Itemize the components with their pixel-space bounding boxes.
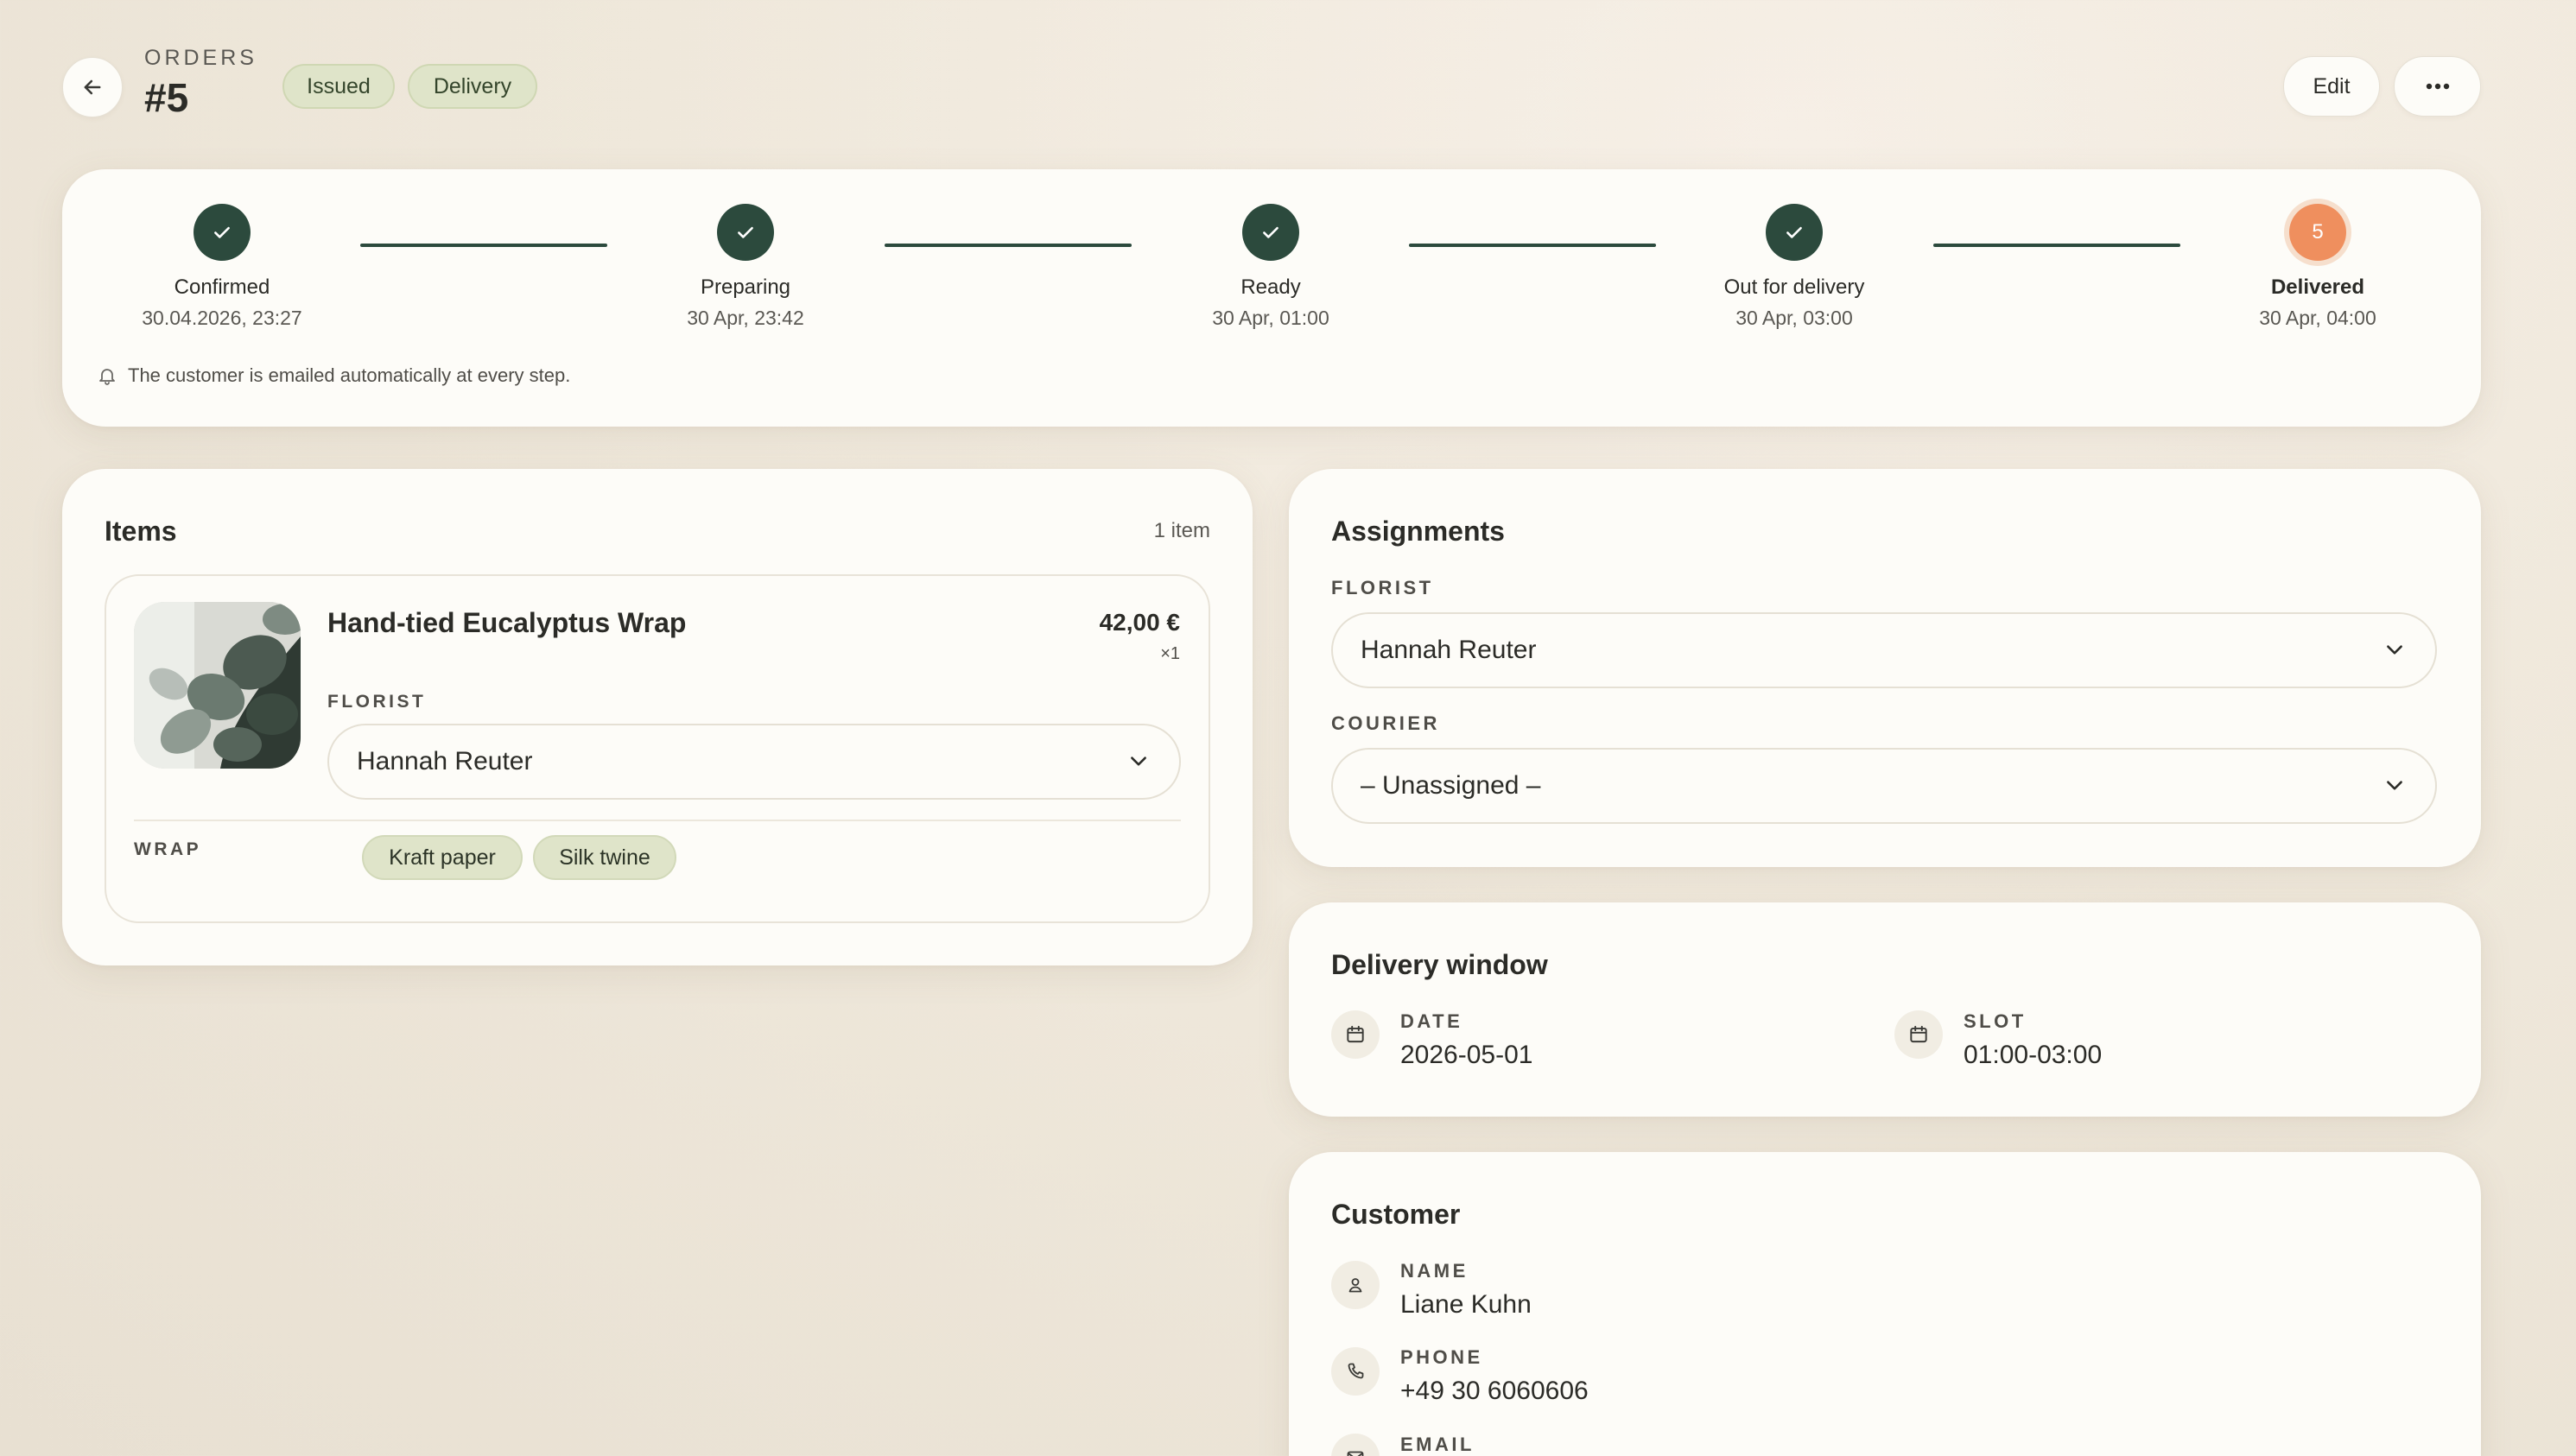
chevron-down-icon xyxy=(2387,645,2402,655)
delivery-slot-label: SLOT xyxy=(1964,1010,2027,1032)
step-ready-date: 30 Apr, 01:00 xyxy=(1212,307,1329,329)
breadcrumb[interactable]: ORDERS xyxy=(144,46,257,71)
chevron-down-icon xyxy=(2387,781,2402,790)
step-out-for-delivery-label: Out for delivery xyxy=(1723,275,1865,299)
step-delivered-label: Delivered xyxy=(2270,275,2365,299)
step-confirmed-date: 30.04.2026, 23:27 xyxy=(142,307,302,329)
courier-select-value: – Unassigned – xyxy=(1361,771,1541,800)
item-divider xyxy=(134,820,1181,821)
items-title: Items xyxy=(105,516,177,547)
step-preparing-date: 30 Apr, 23:42 xyxy=(687,307,804,329)
calendar-icon xyxy=(1347,1025,1364,1043)
back-button[interactable] xyxy=(62,57,123,117)
step-confirmed-label: Confirmed xyxy=(174,275,270,299)
item-wrap-label: WRAP xyxy=(134,839,202,859)
check-icon xyxy=(1786,226,1802,238)
step-ready-label: Ready xyxy=(1240,275,1301,299)
step-confirmed-indicator xyxy=(194,204,251,261)
wrap-chip-kraft-paper[interactable]: Kraft paper xyxy=(362,835,523,880)
florist-select[interactable]: Hannah Reuter xyxy=(1331,612,2437,688)
item-quantity: ×1 xyxy=(1160,644,1180,663)
courier-select[interactable]: – Unassigned – xyxy=(1331,748,2437,824)
check-icon xyxy=(214,226,230,238)
step-delivered-indicator: 5 xyxy=(2289,204,2346,261)
customer-email-label: EMAIL xyxy=(1400,1434,1475,1455)
step-connector xyxy=(1933,244,2180,247)
delivery-slot-value: 01:00-03:00 xyxy=(1964,1041,2103,1069)
step-ready-indicator xyxy=(1242,204,1299,261)
check-icon xyxy=(1263,226,1278,238)
delivery-date-value: 2026-05-01 xyxy=(1400,1041,1533,1069)
items-count: 1 item xyxy=(1153,519,1210,542)
step-delivered-number: 5 xyxy=(2312,220,2324,244)
item-florist-select[interactable]: Hannah Reuter xyxy=(327,724,1181,800)
item-image xyxy=(134,602,301,769)
item-florist-select-value: Hannah Reuter xyxy=(357,747,533,775)
more-icon xyxy=(2426,83,2449,90)
step-out-for-delivery-date: 30 Apr, 03:00 xyxy=(1735,307,1853,329)
customer-name-icon-wrap xyxy=(1331,1261,1380,1309)
back-arrow-icon xyxy=(84,79,101,95)
item-name: Hand-tied Eucalyptus Wrap xyxy=(327,607,687,638)
delivery-slot-icon-wrap xyxy=(1894,1010,1943,1059)
edit-button-label: Edit xyxy=(2313,73,2351,98)
florist-select-value: Hannah Reuter xyxy=(1361,636,1537,664)
step-preparing-indicator xyxy=(717,204,774,261)
status-badge-issued: Issued xyxy=(282,64,395,109)
customer-title: Customer xyxy=(1331,1199,1461,1230)
step-preparing-label: Preparing xyxy=(700,275,791,299)
assignments-courier-label: COURIER xyxy=(1331,712,1440,734)
assignments-title: Assignments xyxy=(1331,516,1505,547)
calendar-icon xyxy=(1910,1025,1927,1043)
page-title: #5 xyxy=(144,75,189,120)
chevron-down-icon xyxy=(1131,756,1146,766)
customer-phone-label: PHONE xyxy=(1400,1346,1483,1368)
step-out-for-delivery-indicator xyxy=(1766,204,1823,261)
phone-icon xyxy=(1348,1363,1364,1379)
status-badge-delivery: Delivery xyxy=(408,64,537,109)
more-options-button[interactable] xyxy=(2394,56,2481,117)
step-connector xyxy=(1409,244,1656,247)
customer-phone-value: +49 30 6060606 xyxy=(1400,1377,1589,1405)
step-delivered-date: 30 Apr, 04:00 xyxy=(2259,307,2376,329)
assignments-florist-label: FLORIST xyxy=(1331,577,1434,598)
mail-icon xyxy=(1347,1451,1364,1456)
delivery-date-icon-wrap xyxy=(1331,1010,1380,1059)
progress-note: The customer is emailed automatically at… xyxy=(128,364,571,386)
customer-phone-icon-wrap xyxy=(1331,1347,1380,1396)
bell-icon xyxy=(99,369,115,385)
step-connector xyxy=(885,244,1132,247)
step-connector xyxy=(360,244,607,247)
user-icon xyxy=(1348,1278,1362,1293)
customer-name-value: Liane Kuhn xyxy=(1400,1290,1532,1319)
item-florist-label: FLORIST xyxy=(327,692,427,712)
customer-name-label: NAME xyxy=(1400,1260,1469,1282)
delivery-date-label: DATE xyxy=(1400,1010,1463,1032)
item-price: 42,00 € xyxy=(1099,609,1180,636)
delivery-window-title: Delivery window xyxy=(1331,949,1548,980)
check-icon xyxy=(738,226,753,238)
wrap-chip-silk-twine[interactable]: Silk twine xyxy=(533,835,676,880)
edit-button[interactable]: Edit xyxy=(2283,56,2380,117)
delivery-window-card xyxy=(1289,902,2481,1117)
